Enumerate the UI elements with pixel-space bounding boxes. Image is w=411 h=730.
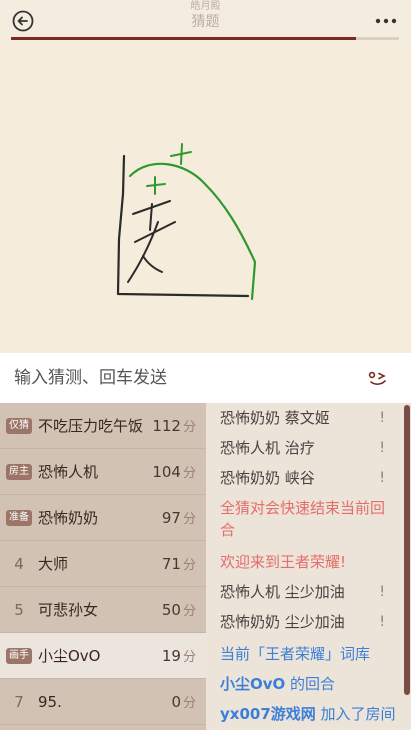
guess-result-mark: !	[379, 470, 385, 486]
system-message: 欢迎来到王者荣耀!	[220, 553, 347, 571]
guess-message: 恐怖奶奶 峡谷!	[206, 463, 411, 493]
guess-text: 治疗	[284, 439, 315, 457]
player-name: 不吃压力吃午饭	[38, 417, 144, 435]
chat-scrollbar[interactable]	[404, 405, 410, 695]
emoji-face-icon	[368, 371, 386, 385]
score-unit: 分	[182, 420, 196, 435]
round-timer-bar	[11, 37, 399, 40]
guess-user: 恐怖奶奶	[220, 409, 281, 427]
player-score: 19	[161, 646, 181, 665]
score-unit: 分	[182, 466, 196, 481]
player-status-badge: 仅猜	[6, 417, 32, 434]
chat-log: 恐怖奶奶 蔡文姬! 恐怖人机 治疗! 恐怖奶奶 峡谷! 全猜对会快速结束当前回合 欢…	[206, 403, 411, 730]
guess-user: 恐怖人机	[220, 583, 281, 601]
player-row[interactable]: 画手 小尘OvO 19 分	[0, 633, 206, 679]
info-message: 当前「王者荣耀」词库	[220, 645, 371, 663]
guess-message: 恐怖奶奶 尘少加油!	[206, 607, 411, 637]
info-message: yx007游戏网 加入了房间	[220, 705, 396, 723]
guess-text: 尘少加油	[284, 583, 345, 601]
player-rank: 5	[14, 600, 24, 619]
guess-result-mark: !	[379, 410, 385, 426]
guess-result-mark: !	[379, 614, 385, 630]
player-status-badge: 画手	[6, 647, 32, 664]
guess-text: 峡谷	[284, 469, 315, 487]
player-score: 71	[161, 554, 181, 573]
guess-message: 恐怖人机 尘少加油!	[206, 577, 411, 607]
page-title: 猜题	[191, 14, 220, 30]
guess-result-mark: !	[379, 440, 385, 456]
info-message: 小尘OvO 的回合	[220, 675, 336, 693]
emoji-button[interactable]	[367, 367, 389, 389]
score-unit: 分	[182, 696, 196, 711]
system-message: 全猜对会快速结束当前回合	[220, 499, 386, 539]
score-unit: 分	[182, 650, 196, 665]
player-row[interactable]: 7 95. 0 分	[0, 679, 206, 725]
player-status-badge: 房主	[6, 463, 32, 480]
guess-user: 恐怖人机	[220, 439, 281, 457]
player-score: 50	[161, 600, 181, 619]
guess-user: 恐怖奶奶	[220, 613, 281, 631]
guess-text: 蔡文姬	[284, 409, 330, 427]
score-unit: 分	[182, 558, 196, 573]
player-row[interactable]: 5 可悲孙女 50 分	[0, 587, 206, 633]
player-name-link: yx007游戏网	[220, 705, 316, 723]
room-name: 皓月殿	[190, 1, 221, 12]
round-timer-fill	[11, 37, 357, 40]
player-name-link: 小尘OvO	[220, 675, 286, 693]
player-name: 恐怖奶奶	[38, 509, 99, 527]
score-unit: 分	[182, 604, 196, 619]
player-name: 小尘OvO	[38, 647, 101, 665]
player-rank: 7	[14, 692, 24, 711]
player-row[interactable]: 4 大师 71 分	[0, 541, 206, 587]
player-name: 恐怖人机	[38, 463, 99, 481]
top-bar: 皓月殿 猜题	[0, 0, 411, 44]
player-row[interactable]: 房主 恐怖人机 104 分	[0, 449, 206, 495]
drawing-strokes	[116, 143, 257, 301]
more-dots-icon	[375, 18, 397, 24]
guess-result-mark: !	[379, 584, 385, 600]
player-name: 可悲孙女	[38, 601, 99, 619]
drawing-canvas	[0, 44, 411, 353]
player-rank: 4	[14, 554, 24, 573]
player-score: 97	[161, 508, 181, 527]
guess-text: 尘少加油	[284, 613, 345, 631]
guess-message: 恐怖人机 治疗!	[206, 433, 411, 463]
player-status-badge: 准备	[6, 509, 32, 526]
more-menu-button[interactable]	[371, 6, 401, 36]
player-score: 104	[152, 462, 181, 481]
guess-message: 恐怖奶奶 蔡文姬!	[206, 403, 411, 433]
guess-input[interactable]	[14, 353, 354, 403]
player-row[interactable]: 准备 恐怖奶奶 97 分	[0, 495, 206, 541]
score-unit: 分	[182, 512, 196, 527]
player-name: 95.	[38, 692, 62, 711]
player-score: 0	[171, 692, 181, 711]
player-row[interactable]: 仅猜 不吃压力吃午饭 112 分	[0, 403, 206, 449]
player-list: 仅猜 不吃压力吃午饭 112 分房主 恐怖人机 104 分准备 恐怖奶奶 97 分 4 大师 71 分 5 可…	[0, 403, 206, 730]
player-name: 大师	[38, 555, 69, 573]
player-score: 112	[152, 416, 181, 435]
guess-input-bar	[0, 353, 411, 403]
guess-user: 恐怖奶奶	[220, 469, 281, 487]
